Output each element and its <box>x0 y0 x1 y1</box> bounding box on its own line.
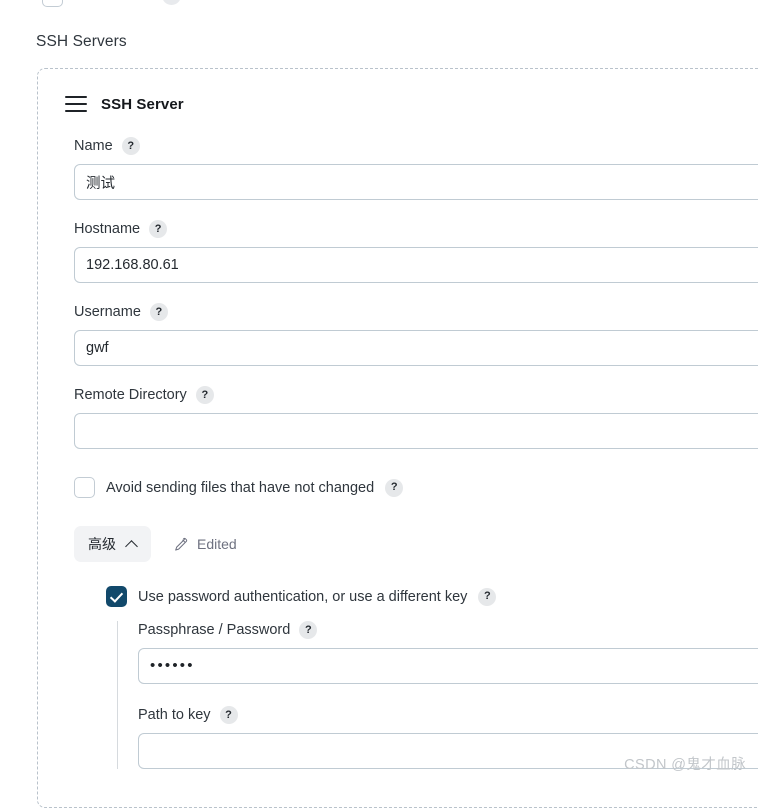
field-label-row: Passphrase / Password ? <box>138 621 758 639</box>
hostname-input[interactable] <box>74 247 758 283</box>
card-header: SSH Server <box>56 91 758 117</box>
field-label-row: Hostname ? <box>74 220 758 238</box>
avoid-sending-row[interactable]: Avoid sending files that have not change… <box>56 477 758 498</box>
password-auth-label: Use password authentication, or use a di… <box>138 588 468 605</box>
field-label: Username <box>74 304 141 320</box>
name-input[interactable] <box>74 164 758 200</box>
advanced-body: Use password authentication, or use a di… <box>56 586 758 769</box>
help-icon[interactable]: ? <box>149 220 168 238</box>
field-label-row: Username ? <box>74 303 758 321</box>
advanced-button-label: 高级 <box>88 536 116 552</box>
field-label-row: Remote Directory ? <box>74 386 758 404</box>
passphrase-input[interactable]: •••••• <box>138 648 758 684</box>
field-label: Path to key <box>138 707 211 723</box>
page-title: SSH Servers <box>36 33 127 50</box>
pencil-icon <box>175 537 188 551</box>
edited-indicator[interactable]: Edited <box>173 536 237 552</box>
help-icon[interactable]: ? <box>385 478 404 497</box>
field-label: Name <box>74 138 113 154</box>
partial-circle-icon <box>162 0 181 5</box>
field-remote-directory: Remote Directory ? <box>56 386 758 449</box>
passphrase-masked-value: •••••• <box>150 657 195 674</box>
help-icon[interactable]: ? <box>121 137 140 155</box>
advanced-toggle-button[interactable]: 高级 <box>74 526 151 562</box>
username-input[interactable] <box>74 330 758 366</box>
help-icon[interactable]: ? <box>219 706 238 724</box>
remote-directory-input[interactable] <box>74 413 758 449</box>
help-icon[interactable]: ? <box>195 386 214 404</box>
password-auth-row[interactable]: Use password authentication, or use a di… <box>106 586 758 607</box>
field-name: Name ? <box>56 137 758 200</box>
cut-off-row-above <box>0 0 758 8</box>
csdn-watermark: CSDN @鬼才血脉 <box>624 757 746 773</box>
chevron-up-icon <box>126 539 137 550</box>
password-auth-nested-group: Passphrase / Password ? •••••• Path to k… <box>117 621 758 769</box>
avoid-sending-label: Avoid sending files that have not change… <box>106 479 375 496</box>
advanced-row: 高级 Edited <box>56 526 758 562</box>
help-icon[interactable]: ? <box>478 587 497 606</box>
help-icon[interactable]: ? <box>149 303 168 321</box>
password-auth-checkbox[interactable] <box>106 586 127 607</box>
field-label: Remote Directory <box>74 387 187 403</box>
hamburger-drag-icon[interactable] <box>65 96 87 112</box>
avoid-sending-checkbox[interactable] <box>74 477 95 498</box>
card-title: SSH Server <box>101 95 184 113</box>
field-label-row: Name ? <box>74 137 758 155</box>
ssh-server-card: SSH Server Name ? Hostname ? Username ? <box>37 68 758 808</box>
field-label-row: Path to key ? <box>138 706 758 724</box>
edited-label: Edited <box>197 536 237 552</box>
field-hostname: Hostname ? <box>56 220 758 283</box>
partial-checkbox-icon[interactable] <box>42 0 63 7</box>
field-label: Passphrase / Password <box>138 622 291 638</box>
help-icon[interactable]: ? <box>299 621 318 639</box>
field-label: Hostname <box>74 221 141 237</box>
field-passphrase: Passphrase / Password ? •••••• <box>138 621 758 684</box>
field-username: Username ? <box>56 303 758 366</box>
